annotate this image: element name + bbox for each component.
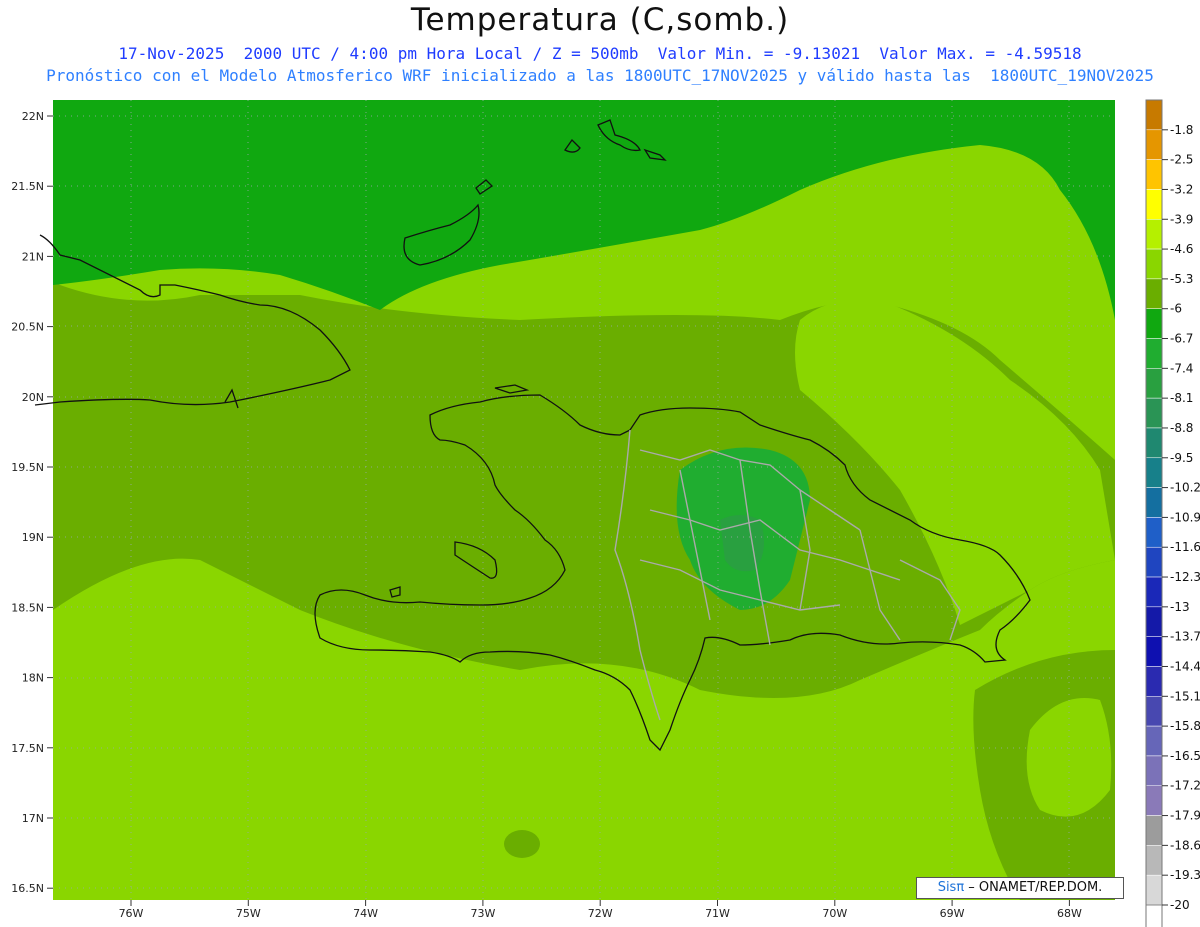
colorbar-label: -7.4: [1170, 361, 1193, 375]
colorbar-swatch: [1145, 696, 1163, 727]
map-subtitle-model-run: Pronóstico con el Modelo Atmosferico WRF…: [46, 66, 1154, 85]
colorbar-swatch: [1145, 338, 1163, 369]
longitude-axis: 76W 75W 74W 73W 72W 71W 70W 69W 68W: [119, 900, 1082, 920]
lat-tick-label: 20N: [22, 391, 44, 404]
lat-tick-label: 17N: [22, 812, 44, 825]
lat-tick-label: 20.5N: [11, 321, 44, 334]
lat-tick-label: 22N: [22, 110, 44, 123]
colorbar-label: -17.2: [1170, 779, 1200, 793]
lon-tick-label: 75W: [236, 907, 261, 920]
colorbar-swatch: [1145, 785, 1163, 816]
colorbar-swatch: [1145, 815, 1163, 846]
colorbar-label: -12.3: [1170, 570, 1200, 584]
colorbar-swatch: [1145, 129, 1163, 160]
colorbar-swatch: [1145, 904, 1163, 927]
colorbar-label: -16.5: [1170, 749, 1200, 763]
sispi-logo-text: Sisπ: [937, 880, 965, 895]
lat-tick-label: 17.5N: [11, 742, 44, 755]
colorbar-label: -5.3: [1170, 272, 1193, 286]
lon-tick-label: 68W: [1057, 907, 1082, 920]
colorbar-swatch: [1145, 874, 1163, 906]
colorbar-label: -6.7: [1170, 332, 1193, 346]
colorbar-label: -8.1: [1170, 391, 1193, 405]
colorbar-label: -6: [1170, 302, 1182, 316]
colorbar-swatch: [1145, 427, 1163, 459]
colorbar-label: -18.6: [1170, 838, 1200, 852]
colorbar-label: -20: [1170, 898, 1190, 912]
colorbar-swatch: [1145, 755, 1163, 786]
colorbar-swatch: [1145, 666, 1163, 697]
colorbar-label: -10.2: [1170, 481, 1200, 495]
colorbar-swatch: [1145, 457, 1163, 488]
color-scale-legend: -1.8 -2.5 -3.2 -3.9 -4.6 -5.3 -6 -6.7 -7.4 -8.1 -8…: [1145, 99, 1200, 927]
colorbar-swatch: [1145, 159, 1163, 190]
colorbar-swatch: [1145, 308, 1163, 339]
lon-tick-label: 74W: [353, 907, 378, 920]
lat-tick-label: 18N: [22, 672, 44, 685]
colorbar-label: -13: [1170, 600, 1190, 614]
colorbar-swatch: [1145, 725, 1163, 757]
credit-text: – ONAMET/REP.DOM.: [964, 880, 1103, 895]
temperature-field: [53, 100, 1115, 900]
colorbar-swatch: [1145, 397, 1163, 429]
colorbar-label: -14.4: [1170, 659, 1200, 673]
map-title: Temperatura (C,somb.): [410, 2, 790, 38]
lat-tick-label: 19N: [22, 531, 44, 544]
forecast-map: 22N 21.5N 21N 20.5N 20N 19.5N 19N 18.5N 18N 17.5N…: [11, 99, 1200, 927]
colorbar-swatch: [1145, 546, 1163, 578]
colorbar-swatch: [1145, 576, 1163, 608]
lon-tick-label: 70W: [822, 907, 847, 920]
lon-tick-label: 72W: [588, 907, 613, 920]
colorbar-label: -2.5: [1170, 153, 1193, 167]
colorbar-label: -3.2: [1170, 182, 1193, 196]
colorbar-swatch: [1145, 517, 1163, 548]
lat-tick-label: 19.5N: [11, 461, 44, 474]
map-subtitle-valid-time: 17-Nov-2025 2000 UTC / 4:00 pm Hora Loca…: [118, 44, 1082, 63]
colorbar-label: -4.6: [1170, 242, 1193, 256]
colorbar-swatch: [1145, 99, 1163, 131]
colorbar-label: -3.9: [1170, 212, 1193, 226]
lat-tick-label: 18.5N: [11, 601, 44, 614]
colorbar-label: -13.7: [1170, 630, 1200, 644]
colorbar-swatch: [1145, 248, 1163, 280]
colorbar-label: -8.8: [1170, 421, 1193, 435]
lon-tick-label: 76W: [119, 907, 144, 920]
colorbar-label: -15.1: [1170, 689, 1200, 703]
colorbar-swatch: [1145, 636, 1163, 667]
colorbar-label: -1.8: [1170, 123, 1193, 137]
colorbar-label: -11.6: [1170, 540, 1200, 554]
colorbar-swatch: [1145, 368, 1163, 399]
lon-tick-label: 71W: [705, 907, 730, 920]
lat-tick-label: 21N: [22, 250, 44, 263]
colorbar-swatch: [1145, 189, 1163, 220]
lon-tick-label: 73W: [470, 907, 495, 920]
colorbar-swatch: [1145, 278, 1163, 309]
colorbar-label: -15.8: [1170, 719, 1200, 733]
colorbar-label: -10.9: [1170, 510, 1200, 524]
colorbar-swatch: [1145, 487, 1163, 518]
colorbar-label: -17.9: [1170, 809, 1200, 823]
lat-tick-label: 16.5N: [11, 882, 44, 895]
colorbar-swatch: [1145, 845, 1163, 876]
latitude-axis: 22N 21.5N 21N 20.5N 20N 19.5N 19N 18.5N 18N 17.5N…: [11, 110, 53, 895]
lon-tick-label: 69W: [940, 907, 965, 920]
colorbar-label: -19.3: [1170, 868, 1200, 882]
lat-tick-label: 21.5N: [11, 180, 44, 193]
credit-box: Sisπ – ONAMET/REP.DOM.: [916, 877, 1124, 899]
colorbar-label: -9.5: [1170, 451, 1193, 465]
colorbar-swatch: [1145, 219, 1163, 250]
colorbar-swatch: [1145, 606, 1163, 637]
